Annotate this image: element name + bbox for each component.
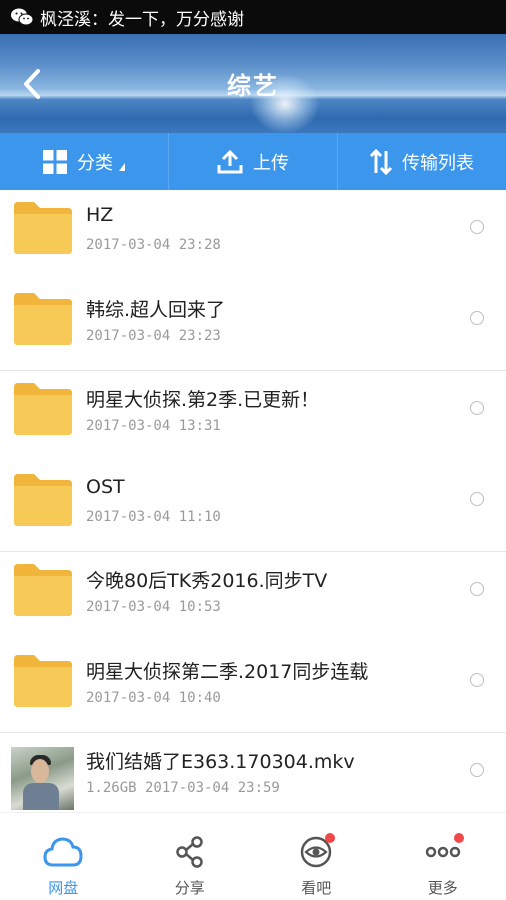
file-name: 明星大侦探第二季.2017同步连载 (86, 660, 369, 683)
header: 综艺 (0, 34, 506, 133)
share-icon (176, 836, 203, 868)
video-thumbnail (11, 747, 74, 810)
folder-icon (14, 383, 72, 435)
folder-icon (14, 202, 72, 254)
file-name: 明星大侦探.第2季.已更新！ (86, 389, 320, 411)
wechat-icon (11, 8, 34, 26)
folder-icon (14, 473, 72, 526)
upload-label: 上传 (253, 152, 289, 174)
nav-item-more[interactable]: 更多 (380, 813, 506, 900)
select-radio[interactable] (470, 672, 484, 687)
file-meta: 2017-03-04 13:31 (86, 418, 221, 434)
nav-label: 网盘 (48, 879, 79, 897)
transfer-arrows-icon (370, 148, 392, 175)
toolbar: 分类 上传 传输列表 (0, 133, 506, 190)
list-item[interactable]: 明星大侦探.第2季.已更新！ 2017-03-04 13:31 (0, 371, 506, 462)
upload-icon (217, 149, 243, 173)
file-name: 今晚80后TK秀2016.同步TV (86, 570, 328, 592)
grid-icon (43, 149, 67, 174)
notification-dot (325, 833, 335, 843)
select-radio[interactable] (470, 763, 484, 777)
file-name: HZ (86, 204, 114, 226)
file-name: 我们结婚了E363.170304.mkv (86, 751, 355, 773)
list-item[interactable]: HZ 2017-03-04 23:28 (0, 190, 506, 281)
folder-icon (14, 564, 72, 616)
nav-label: 分享 (174, 879, 205, 897)
folder-icon (14, 654, 72, 707)
caret-icon (119, 162, 125, 171)
list-item[interactable]: 韩综.超人回来了 2017-03-04 23:23 (0, 281, 506, 371)
nav-item-watch[interactable]: 看吧 (253, 813, 380, 900)
file-meta: 2017-03-04 10:40 (86, 689, 221, 706)
select-radio[interactable] (470, 220, 484, 234)
nav-label: 更多 (427, 879, 458, 897)
file-list: HZ 2017-03-04 23:28 韩综.超人回来了 2017-03-04 … (0, 190, 506, 810)
folder-icon (14, 292, 72, 345)
file-meta: 2017-03-04 23:23 (86, 327, 221, 344)
upload-button[interactable]: 上传 (169, 133, 338, 190)
file-name: 韩综.超人回来了 (86, 298, 226, 321)
list-item[interactable]: 今晚80后TK秀2016.同步TV 2017-03-04 10:53 (0, 552, 506, 643)
select-radio[interactable] (470, 582, 484, 596)
nav-item-netdisk[interactable]: 网盘 (0, 813, 127, 900)
list-item[interactable]: 明星大侦探第二季.2017同步连载 2017-03-04 10:40 (0, 643, 506, 733)
bottom-nav: 网盘 分享 看吧 更多 (0, 812, 506, 900)
page-title: 综艺 (227, 72, 279, 100)
notification-text: 枫泾溪：发一下，万分感谢 (40, 9, 244, 30)
list-item[interactable]: OST 2017-03-04 11:10 (0, 462, 506, 552)
transfer-list-button[interactable]: 传输列表 (338, 133, 506, 190)
file-name: OST (86, 475, 125, 498)
list-item[interactable]: 我们结婚了E363.170304.mkv 1.26GB 2017-03-04 2… (0, 733, 506, 810)
status-bar: 枫泾溪：发一下，万分感谢 (0, 0, 506, 34)
transfer-list-label: 传输列表 (402, 152, 474, 174)
select-radio[interactable] (470, 491, 484, 506)
notification-dot (453, 833, 464, 843)
nav-item-share[interactable]: 分享 (127, 813, 254, 900)
file-meta: 1.26GB 2017-03-04 23:59 (86, 780, 280, 796)
category-button[interactable]: 分类 (0, 133, 169, 190)
category-label: 分类 (77, 152, 113, 174)
file-meta: 2017-03-04 11:10 (86, 508, 221, 525)
select-radio[interactable] (470, 310, 484, 325)
select-radio[interactable] (470, 401, 484, 415)
cloud-icon (43, 837, 83, 867)
nav-label: 看吧 (301, 879, 332, 897)
file-meta: 2017-03-04 23:28 (86, 237, 221, 253)
file-meta: 2017-03-04 10:53 (86, 599, 221, 615)
